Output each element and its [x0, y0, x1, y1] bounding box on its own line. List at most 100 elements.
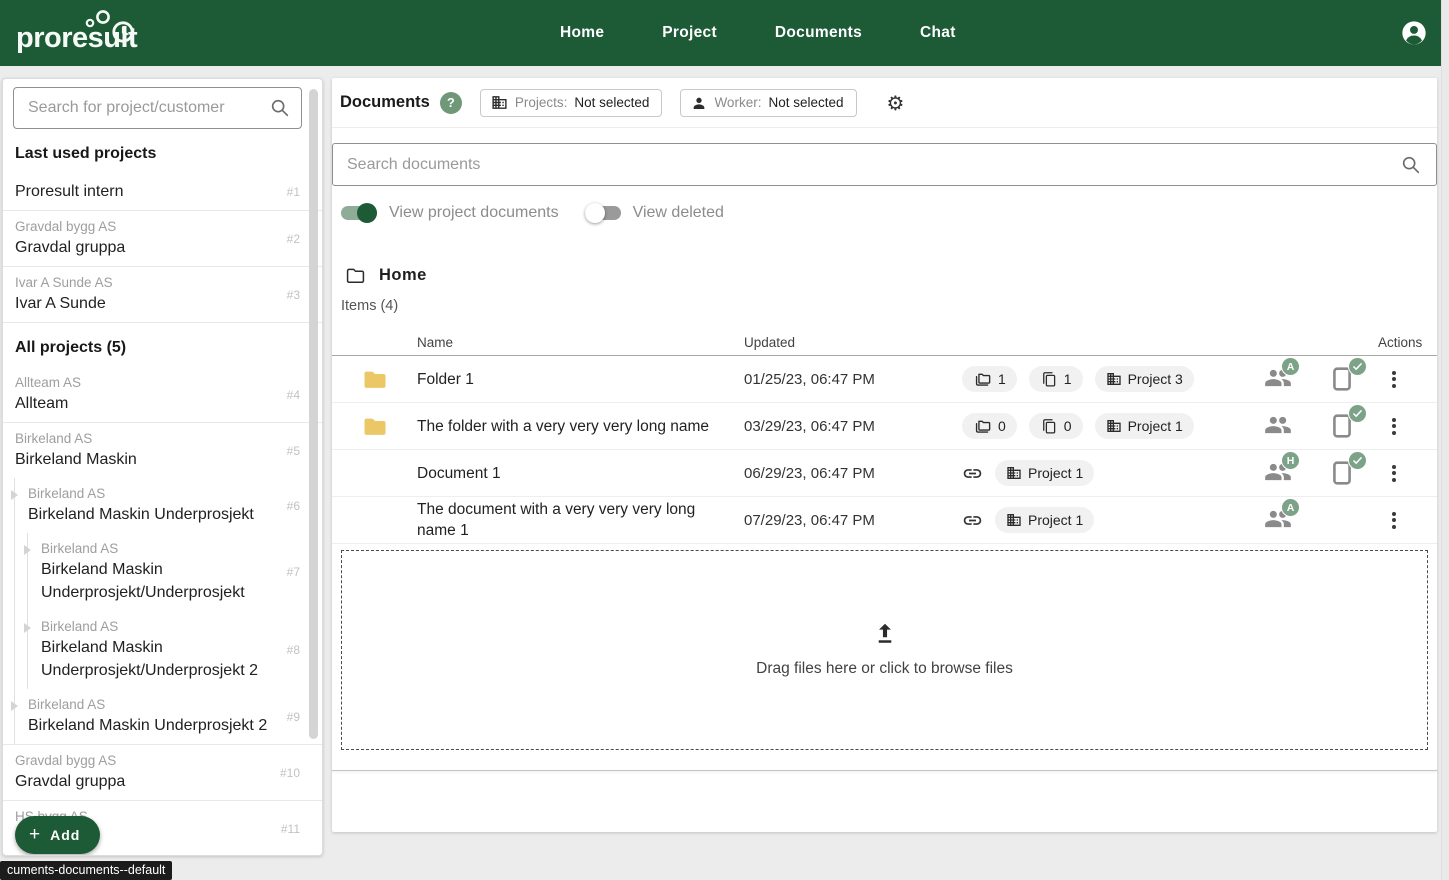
project-item-4[interactable]: Allteam AS Allteam #4 [3, 367, 322, 423]
project-building-icon [1106, 420, 1121, 432]
document-count-badge-value: 1 [1063, 371, 1072, 387]
workers-icon [1265, 416, 1291, 434]
view-project-documents-toggle[interactable] [341, 202, 377, 223]
workers-cell[interactable]: H [1242, 451, 1314, 486]
view-deleted-label: View deleted [632, 203, 724, 221]
indent-guide [14, 533, 15, 611]
item-name[interactable]: The folder with a very very very long na… [417, 416, 737, 437]
help-icon[interactable]: ? [439, 91, 462, 114]
folder-icon [364, 371, 386, 388]
project-item-7[interactable]: Birkeland AS Birkeland Maskin Underprosje… [3, 533, 322, 611]
building-icon [492, 96, 507, 109]
project-chip[interactable]: Project 1 [995, 507, 1095, 533]
worker-initial-badge: A [1281, 357, 1300, 376]
item-updated: 01/25/23, 06:47 PM [744, 370, 875, 388]
project-number: #1 [286, 184, 300, 199]
table-row-3[interactable]: Document 1 06/29/23, 06:47 PM Project 1 H [332, 450, 1437, 497]
nav-documents[interactable]: Documents [775, 24, 862, 42]
project-number: #3 [286, 287, 300, 302]
project-number: #2 [286, 231, 300, 246]
indent-guide [14, 478, 15, 533]
all-projects-list: Allteam AS Allteam #4 Birkeland AS Birkeland… [3, 367, 322, 855]
project-item-2[interactable]: Gravdal bygg AS Gravdal gruppa #2 [3, 211, 322, 267]
project-item-6[interactable]: Birkeland AS Birkeland Maskin Underprosje… [3, 478, 322, 533]
table-row-4[interactable]: The document with a very very very long … [332, 497, 1437, 544]
item-name[interactable]: Folder 1 [417, 369, 737, 390]
project-item-3[interactable]: Ivar A Sunde AS Ivar A Sunde #3 [3, 267, 322, 323]
project-chip[interactable]: Project 1 [1094, 413, 1194, 439]
user-avatar-icon[interactable] [1400, 19, 1428, 47]
project-number: #4 [286, 387, 300, 402]
workers-cell[interactable]: A [1242, 498, 1314, 533]
page-title: Documents [340, 93, 430, 111]
folder-count-badge-value: 0 [998, 418, 1006, 434]
project-item-8[interactable]: Birkeland AS Birkeland Maskin Underprosje… [3, 611, 322, 689]
items-count: Items (4) [341, 298, 399, 314]
project-chip[interactable]: Project 3 [1094, 366, 1194, 392]
more-options-icon[interactable] [1386, 459, 1402, 488]
nav-home[interactable]: Home [560, 24, 604, 42]
worker-initial-badge: H [1281, 451, 1300, 470]
signature-cell[interactable] [1314, 357, 1376, 392]
all-projects-heading: All projects (5) [15, 339, 127, 356]
dropzone-text: Drag files here or click to browse files [756, 660, 1013, 677]
add-button-label: Add [50, 827, 81, 843]
project-item-10[interactable]: Gravdal bygg AS Gravdal gruppa #10 [3, 745, 322, 801]
signature-cell[interactable] [1314, 451, 1376, 486]
sidebar-scrollbar[interactable] [309, 89, 318, 739]
expand-triangle-icon [11, 490, 18, 500]
link-icon [963, 468, 982, 478]
upload-icon [878, 623, 891, 643]
folder-icon [346, 268, 365, 283]
item-updated: 06/29/23, 06:47 PM [744, 464, 875, 482]
view-deleted-toggle[interactable] [584, 202, 621, 223]
item-name[interactable]: The document with a very very very long … [417, 499, 737, 541]
last-used-projects-heading: Last used projects [15, 145, 157, 162]
indent-guide [14, 689, 15, 744]
workers-cell[interactable] [1242, 413, 1314, 439]
page-scrollbar[interactable] [1441, 0, 1449, 880]
documents-search-input[interactable] [347, 155, 1400, 174]
item-meta: 1 1 Project 3 [962, 366, 1242, 392]
project-chip[interactable]: Project 1 [995, 460, 1095, 486]
project-name: Allteam [15, 395, 69, 412]
check-icon [1352, 362, 1363, 371]
project-name: Birkeland Maskin Underprosjekt [28, 506, 254, 523]
project-building-icon [1007, 514, 1021, 526]
project-item-1[interactable]: Proresult intern #1 [3, 173, 322, 211]
column-actions: Actions [1378, 335, 1423, 350]
project-item-9[interactable]: Birkeland AS Birkeland Maskin Underprosje… [3, 689, 322, 745]
table-row-2[interactable]: The folder with a very very very long na… [332, 403, 1437, 450]
more-options-icon[interactable] [1386, 412, 1402, 441]
workers-cell[interactable]: A [1242, 357, 1314, 392]
signature-cell[interactable] [1314, 404, 1376, 439]
documents-search-box [332, 143, 1437, 186]
add-project-button[interactable]: + Add [15, 816, 101, 854]
current-folder-label[interactable]: Home [379, 266, 427, 285]
more-options-icon[interactable] [1386, 506, 1402, 535]
more-options-icon[interactable] [1386, 365, 1402, 394]
item-name[interactable]: Document 1 [417, 463, 737, 484]
document-count-badge: 0 [1028, 413, 1083, 439]
check-icon [1352, 409, 1363, 418]
gear-icon[interactable]: ⚙ [887, 93, 905, 113]
table-row-1[interactable]: Folder 1 01/25/23, 06:47 PM 1 1 Project 3 A [332, 356, 1437, 403]
documents-panel: Documents ? Projects: Not selected Worke… [332, 78, 1437, 832]
debug-tooltip: cuments-documents--default [0, 861, 173, 880]
customer-name: Allteam AS [15, 375, 82, 390]
projects-filter-value: Not selected [574, 95, 650, 110]
projects-filter-chip[interactable]: Projects: Not selected [479, 88, 663, 117]
indent-guide [14, 611, 15, 689]
project-item-5[interactable]: Birkeland AS Birkeland Maskin #5 [3, 423, 322, 478]
worker-initial-badge: A [1281, 498, 1300, 517]
nav-chat[interactable]: Chat [920, 24, 956, 42]
folder-count-badge-value: 1 [998, 371, 1006, 387]
project-name: Birkeland Maskin Underprosjekt/Underpros… [41, 561, 245, 601]
item-meta: 0 0 Project 1 [962, 413, 1242, 439]
nav-project[interactable]: Project [662, 24, 717, 42]
project-search-input[interactable] [18, 99, 269, 117]
search-icon [1402, 156, 1420, 173]
file-dropzone[interactable]: Drag files here or click to browse files [341, 550, 1428, 750]
project-name: Birkeland Maskin Underprosjekt/Underpros… [41, 639, 258, 679]
worker-filter-chip[interactable]: Worker: Not selected [680, 88, 857, 117]
